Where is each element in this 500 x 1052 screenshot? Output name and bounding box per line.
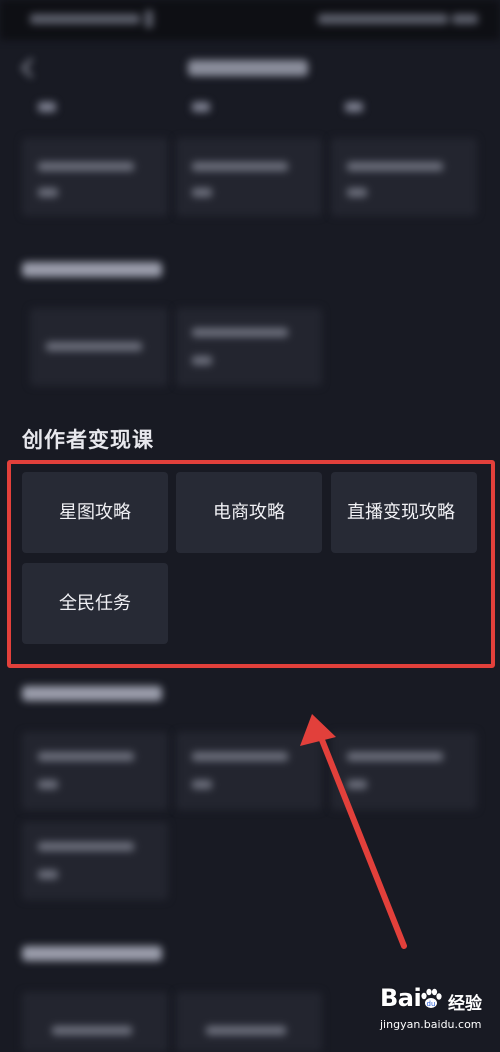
paw-icon: du	[421, 988, 442, 1008]
watermark-suffix: 经验	[448, 994, 482, 1014]
watermark-brand: Bai	[380, 984, 422, 1012]
annotation-arrow	[300, 714, 407, 949]
watermark: Bai du 经验 jingyan.baidu.com	[380, 984, 498, 1034]
watermark-url: jingyan.baidu.com	[380, 1018, 482, 1031]
svg-text:du: du	[427, 1000, 436, 1008]
